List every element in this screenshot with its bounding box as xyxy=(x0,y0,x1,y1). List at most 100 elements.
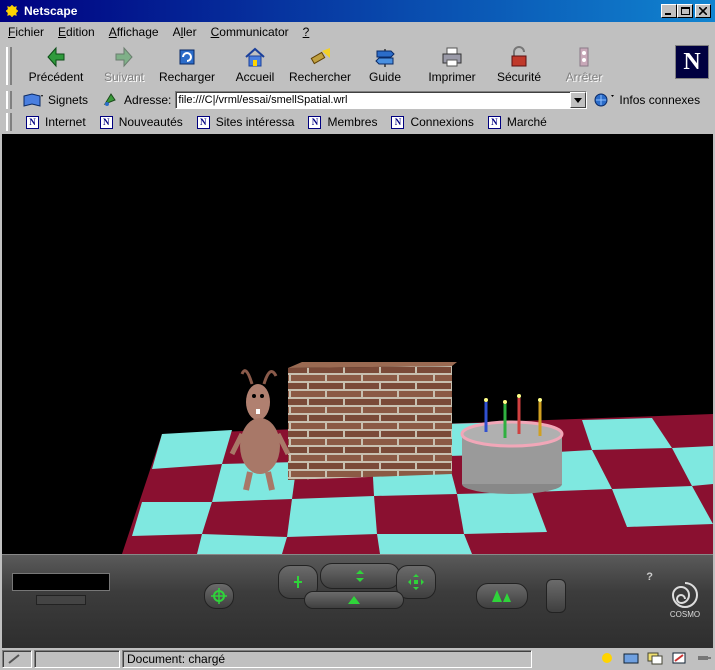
netscape-throbber-logo[interactable]: N xyxy=(675,45,709,79)
menu-aller-rest: ler xyxy=(183,25,197,39)
address-dropdown-button[interactable] xyxy=(570,92,587,108)
printer-icon xyxy=(442,47,462,67)
search-flashlight-icon xyxy=(310,48,330,65)
window-title: Netscape xyxy=(24,4,78,18)
personal-toolbar-grip[interactable] xyxy=(6,113,12,131)
straighten-button[interactable] xyxy=(546,579,566,613)
menu-aller[interactable]: Aller xyxy=(173,25,197,39)
security-label: Sécurité xyxy=(496,70,542,84)
slide-button[interactable] xyxy=(320,563,400,589)
viewpoint-selector[interactable] xyxy=(36,595,86,605)
padlock-icon xyxy=(511,46,527,67)
toolbar-grip[interactable] xyxy=(6,47,12,85)
menu-bar: Fichier Edition Affichage Aller Communic… xyxy=(0,22,715,42)
address-label: Adresse: xyxy=(124,93,172,107)
personal-link-label: Marché xyxy=(506,115,547,129)
title-bar: Netscape xyxy=(0,0,715,22)
search-button[interactable]: Rechercher xyxy=(288,46,352,88)
netscape-bookmark-icon: N xyxy=(99,115,113,129)
personal-link-label: Membres xyxy=(327,115,378,129)
related-links-icon xyxy=(594,93,615,107)
bookmarks-button[interactable]: Signets xyxy=(22,92,88,108)
zoom-arrows-icon xyxy=(492,590,511,602)
personal-link-marche[interactable]: N Marché xyxy=(487,115,547,129)
menu-affichage-rest: ffichage xyxy=(116,25,159,39)
personal-link-label: Internet xyxy=(45,115,86,129)
status-text: Document: chargé xyxy=(127,652,226,666)
home-label: Accueil xyxy=(235,70,275,84)
personal-link-label: Nouveautés xyxy=(118,115,183,129)
vrml-3d-viewport[interactable] xyxy=(2,134,713,554)
netscape-bookmark-icon: N xyxy=(26,115,39,129)
guide-button[interactable]: Guide xyxy=(366,46,404,88)
personal-link-nouveautes[interactable]: N Nouveautés xyxy=(99,115,183,129)
personal-link-connexions[interactable]: N Connexions xyxy=(391,115,474,129)
menu-edition-mnemonic: E xyxy=(58,25,67,39)
security-button[interactable]: Sécurité xyxy=(494,46,544,88)
cosmo-player-dashboard: ? COSMO xyxy=(2,554,713,648)
offline-plug-icon[interactable] xyxy=(695,651,711,665)
home-icon xyxy=(245,47,265,67)
forward-button[interactable]: Suivant xyxy=(98,46,150,88)
menu-edition[interactable]: Edition xyxy=(58,25,95,39)
guide-signpost-icon xyxy=(375,49,395,67)
mail-icon[interactable] xyxy=(623,651,639,665)
status-text-segment: Document: chargé xyxy=(122,650,532,668)
location-grip[interactable] xyxy=(6,91,12,109)
personal-link-sites[interactable]: N Sites intéressa xyxy=(196,115,294,129)
status-bar: Document: chargé xyxy=(0,648,715,670)
seek-button[interactable] xyxy=(204,583,234,609)
menu-communicator-mnemonic: C xyxy=(210,25,220,39)
netscape-bookmark-icon: N xyxy=(391,115,405,129)
address-input[interactable]: file:///C|/vrml/essai/smellSpatial.wrl xyxy=(175,91,588,109)
progress-segment xyxy=(34,650,120,668)
slide-icon xyxy=(356,570,364,582)
chevron-down-icon xyxy=(574,97,583,103)
menu-fichier-rest: ichier xyxy=(15,25,45,39)
personal-link-internet[interactable]: N Internet xyxy=(26,115,86,129)
zoom-button[interactable] xyxy=(476,583,528,609)
viewpoint-display xyxy=(12,573,110,591)
personal-link-label: Connexions xyxy=(410,115,474,129)
help-icon[interactable]: ? xyxy=(646,571,653,583)
forward-arrow-icon xyxy=(115,46,133,68)
netscape-bookmark-icon: N xyxy=(487,115,501,129)
menu-communicator[interactable]: Communicator xyxy=(211,25,289,39)
netscape-app-icon[interactable] xyxy=(4,3,20,19)
print-button[interactable]: Imprimer xyxy=(426,46,478,88)
composer-icon[interactable] xyxy=(671,651,687,665)
related-links-label: Infos connexes xyxy=(619,93,701,107)
minimize-button[interactable] xyxy=(661,4,677,18)
walk-icon xyxy=(294,576,302,588)
location-page-icon[interactable] xyxy=(102,92,118,108)
stop-label: Arrêter xyxy=(565,70,603,84)
menu-affichage[interactable]: Affichage xyxy=(109,25,159,39)
related-links-button[interactable]: Infos connexes xyxy=(593,92,700,108)
security-status-segment[interactable] xyxy=(2,650,32,668)
back-arrow-icon xyxy=(47,46,65,68)
menu-fichier[interactable]: Fichier xyxy=(8,25,44,39)
stop-button[interactable]: Arrêter xyxy=(562,46,606,88)
reload-button[interactable]: Recharger xyxy=(158,46,216,88)
bookmarks-label: Signets xyxy=(48,93,89,107)
home-button[interactable]: Accueil xyxy=(230,46,280,88)
cosmo-logo[interactable]: COSMO xyxy=(663,569,707,619)
vrml-scene xyxy=(122,362,713,554)
back-button[interactable]: Précédent xyxy=(26,46,86,88)
personal-link-membres[interactable]: N Membres xyxy=(308,115,377,129)
guide-label: Guide xyxy=(368,70,402,84)
menu-help-mnemonic: ? xyxy=(302,25,310,39)
navigation-toolbar: Précédent Suivant Recharger Accueil Rech… xyxy=(2,43,713,89)
close-button[interactable] xyxy=(695,4,711,18)
maximize-button[interactable] xyxy=(677,4,693,18)
menu-aller-pre: A xyxy=(172,25,181,39)
navigator-icon[interactable] xyxy=(599,651,615,665)
discussion-icon[interactable] xyxy=(647,651,663,665)
location-bar: Signets Adresse: file:///C|/vrml/essai/s… xyxy=(2,89,713,111)
component-bar xyxy=(599,651,711,665)
stop-icon xyxy=(579,47,589,67)
menu-help[interactable]: ? xyxy=(303,25,310,39)
address-label-group: Adresse: xyxy=(102,92,171,108)
personal-toolbar: N Internet N Nouveautés N Sites intéressa N… xyxy=(2,111,713,133)
rotate-button[interactable] xyxy=(304,591,404,609)
